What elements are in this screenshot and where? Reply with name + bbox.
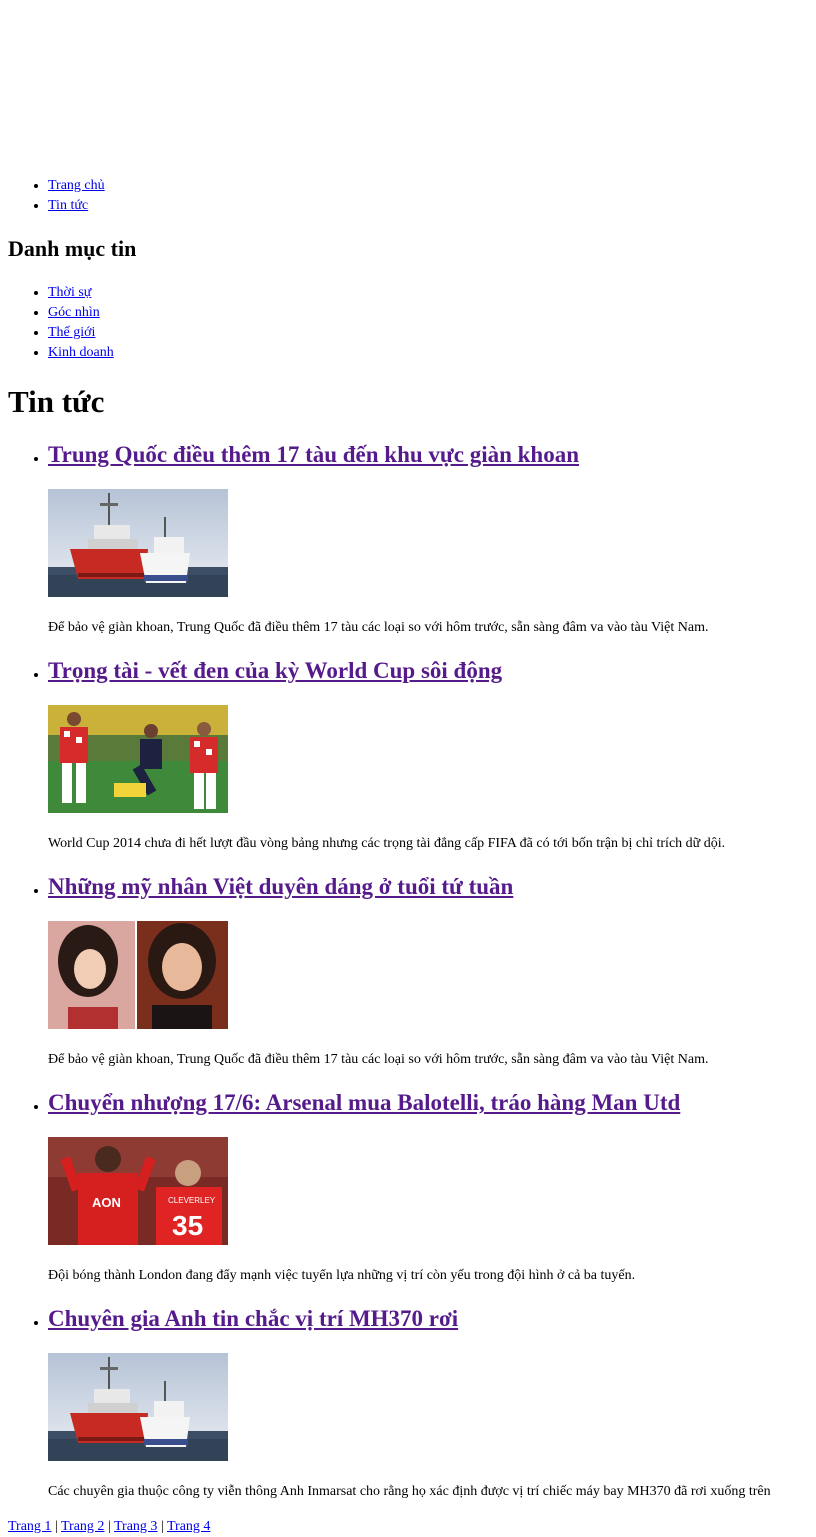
pagination-separator: | (54, 1519, 58, 1534)
article-item: Những mỹ nhân Việt duyên dáng ở tuổi tứ … (48, 871, 816, 1087)
page-link-1[interactable]: Trang 1 (8, 1519, 51, 1534)
nav-link-home[interactable]: Trang chủ (48, 178, 105, 193)
nav-item-home: Trang chủ (48, 176, 105, 196)
category-link-kinh-doanh[interactable]: Kinh doanh (48, 345, 114, 360)
article-title-link[interactable]: Chuyên gia Anh tin chắc vị trí MH370 rơi (48, 1306, 458, 1331)
category-link-the-gioi[interactable]: Thế giới (48, 325, 95, 340)
category-link-thoi-su[interactable]: Thời sự (48, 285, 91, 300)
page-title: Tin tức (8, 384, 105, 419)
article-title-link[interactable]: Chuyển nhượng 17/6: Arsenal mua Balotell… (48, 1090, 680, 1115)
article-summary: Đội bóng thành London đang đẩy mạnh việc… (48, 1268, 636, 1283)
category-item: Kinh doanh (48, 343, 114, 363)
article-title: Những mỹ nhân Việt duyên dáng ở tuổi tứ … (48, 871, 816, 903)
article-item: Chuyên gia Anh tin chắc vị trí MH370 rơi (48, 1303, 816, 1519)
article-thumbnail-manutd[interactable]: AON CLEVERLEY 35 (48, 1137, 228, 1245)
article-list: Trung Quốc điều thêm 17 tàu đến khu vực … (8, 439, 816, 1519)
jersey-number-text: 35 (172, 1210, 203, 1241)
ships-photo-image (48, 1353, 228, 1461)
article-summary: Các chuyên gia thuộc công ty viễn thông … (48, 1484, 771, 1499)
page-link-3[interactable]: Trang 3 (114, 1519, 157, 1534)
article-title-link[interactable]: Trọng tài - vết đen của kỳ World Cup sôi… (48, 658, 502, 683)
nav-item-news: Tin tức (48, 196, 105, 216)
article-title: Trung Quốc điều thêm 17 tàu đến khu vực … (48, 439, 816, 471)
categories-heading: Danh mục tin (8, 236, 137, 261)
article-item: Trọng tài - vết đen của kỳ World Cup sôi… (48, 655, 816, 871)
article-thumbnail-football[interactable] (48, 705, 228, 813)
pagination: Trang 1 | Trang 2 | Trang 3 | Trang 4 (8, 1517, 210, 1537)
article-item: Chuyển nhượng 17/6: Arsenal mua Balotell… (48, 1087, 816, 1303)
article-title: Chuyển nhượng 17/6: Arsenal mua Balotell… (48, 1087, 816, 1119)
category-nav: Thời sự Góc nhìn Thế giới Kinh doanh (8, 283, 114, 363)
ships-photo-image (48, 489, 228, 597)
nav-link-news[interactable]: Tin tức (48, 198, 88, 213)
category-link-goc-nhin[interactable]: Góc nhìn (48, 305, 100, 320)
article-title-link[interactable]: Trung Quốc điều thêm 17 tàu đến khu vực … (48, 442, 579, 467)
category-item: Thế giới (48, 323, 114, 343)
jersey-sponsor-text: AON (92, 1195, 121, 1210)
manutd-photo-image: AON CLEVERLEY 35 (48, 1137, 228, 1245)
page-link-2[interactable]: Trang 2 (61, 1519, 104, 1534)
jersey-name-text: CLEVERLEY (168, 1196, 216, 1205)
article-item: Trung Quốc điều thêm 17 tàu đến khu vực … (48, 439, 816, 655)
article-summary: Để bảo vệ giàn khoan, Trung Quốc đã điều… (48, 1052, 709, 1067)
article-thumbnail-portraits[interactable] (48, 921, 228, 1029)
article-thumbnail-ships[interactable] (48, 489, 228, 597)
portraits-photo-image (48, 921, 228, 1029)
top-nav: Trang chủ Tin tức (8, 176, 105, 216)
article-summary: Để bảo vệ giàn khoan, Trung Quốc đã điều… (48, 620, 709, 635)
article-title-link[interactable]: Những mỹ nhân Việt duyên dáng ở tuổi tứ … (48, 874, 513, 899)
football-photo-image (48, 705, 228, 813)
pagination-separator: | (160, 1519, 164, 1534)
article-title: Chuyên gia Anh tin chắc vị trí MH370 rơi (48, 1303, 816, 1335)
pagination-separator: | (107, 1519, 111, 1534)
article-thumbnail-ships[interactable] (48, 1353, 228, 1461)
category-item: Góc nhìn (48, 303, 114, 323)
category-item: Thời sự (48, 283, 114, 303)
article-summary: World Cup 2014 chưa đi hết lượt đầu vòng… (48, 836, 726, 851)
page-link-4[interactable]: Trang 4 (167, 1519, 210, 1534)
article-title: Trọng tài - vết đen của kỳ World Cup sôi… (48, 655, 816, 687)
